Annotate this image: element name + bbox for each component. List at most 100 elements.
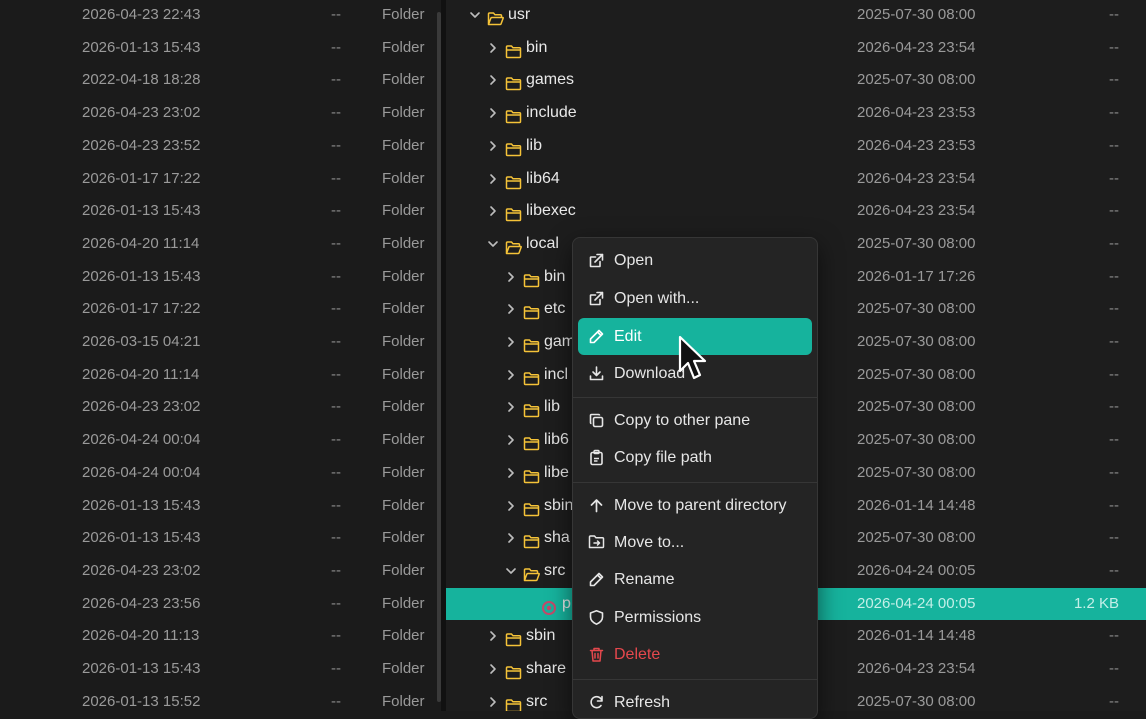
menu-item-refresh[interactable]: Refresh [578, 684, 812, 718]
chevron-right-icon[interactable] [486, 64, 500, 96]
list-item[interactable]: 2026-01-13 15:43 -- Folder [0, 653, 441, 685]
list-item[interactable]: 2026-04-20 11:13 -- Folder [0, 620, 441, 652]
file-size: -- [1109, 136, 1119, 154]
modified-date: 2026-01-17 17:22 [82, 300, 201, 318]
list-item[interactable]: 2026-04-20 11:14 -- Folder [0, 228, 441, 260]
list-item[interactable]: 2022-04-18 18:28 -- Folder [0, 64, 441, 96]
chevron-right-icon[interactable] [504, 326, 518, 358]
menu-item-open[interactable]: Open [578, 242, 812, 279]
menu-item-copy-file-path[interactable]: Copy file path [578, 439, 812, 476]
modified-date: 2026-04-24 00:05 [857, 561, 976, 579]
menu-item-delete[interactable]: Delete [578, 636, 812, 673]
file-size: -- [1109, 104, 1119, 122]
list-item[interactable]: 2026-01-13 15:43 -- Folder [0, 522, 441, 554]
menu-separator [573, 679, 817, 680]
file-name: sbin [526, 627, 556, 645]
folder-icon [505, 40, 522, 58]
list-item[interactable]: 2026-03-15 04:21 -- Folder [0, 326, 441, 358]
list-item[interactable]: 2026-04-20 11:14 -- Folder [0, 359, 441, 391]
refresh-icon [588, 694, 605, 711]
file-size: -- [331, 300, 341, 318]
chevron-down-icon[interactable] [486, 228, 500, 260]
menu-item-label: Copy file path [614, 448, 712, 466]
modified-date: 2022-04-18 18:28 [82, 71, 201, 89]
file-type: Folder [382, 660, 425, 677]
chevron-right-icon[interactable] [504, 522, 518, 554]
file-size: -- [1109, 431, 1119, 449]
menu-item-permissions[interactable]: Permissions [578, 599, 812, 636]
modified-date: 2026-04-23 23:54 [857, 38, 976, 56]
chevron-right-icon[interactable] [504, 391, 518, 423]
chevron-right-icon[interactable] [486, 195, 500, 227]
folder-row[interactable]: bin 2026-04-23 23:54 -- [446, 32, 1146, 64]
modified-date: 2026-04-20 11:14 [82, 234, 200, 252]
folder-row[interactable]: lib64 2026-04-23 23:54 -- [446, 163, 1146, 195]
folder-row[interactable]: include 2026-04-23 23:53 -- [446, 97, 1146, 129]
menu-item-open-with[interactable]: Open with... [578, 280, 812, 317]
chevron-right-icon[interactable] [486, 32, 500, 64]
list-item[interactable]: 2026-04-24 00:04 -- Folder [0, 424, 441, 456]
chevron-down-icon[interactable] [468, 0, 482, 31]
list-item[interactable]: 2026-01-17 17:22 -- Folder [0, 163, 441, 195]
folder-row[interactable]: libexec 2026-04-23 23:54 -- [446, 195, 1146, 227]
chevron-right-icon[interactable] [486, 97, 500, 129]
file-type: Folder [382, 234, 425, 252]
modified-date: 2026-01-17 17:26 [857, 267, 976, 285]
list-item[interactable]: 2026-01-13 15:43 -- Folder [0, 32, 441, 64]
chevron-right-icon[interactable] [504, 490, 518, 522]
modified-date: 2026-04-23 23:52 [82, 136, 201, 154]
folder-row[interactable]: usr 2025-07-30 08:00 -- [446, 0, 1146, 31]
list-item[interactable]: 2026-04-23 23:02 -- Folder [0, 97, 441, 129]
list-item[interactable]: 2026-04-24 00:04 -- Folder [0, 457, 441, 489]
menu-item-rename[interactable]: Rename [578, 561, 812, 598]
modified-date: 2025-07-30 08:00 [857, 333, 976, 350]
list-item[interactable]: 2026-04-23 23:02 -- Folder [0, 555, 441, 587]
modified-date: 2026-01-13 15:43 [82, 202, 201, 220]
folder-row[interactable]: games 2025-07-30 08:00 -- [446, 64, 1146, 96]
file-size: -- [1109, 398, 1119, 416]
list-item[interactable]: 2026-01-13 15:43 -- Folder [0, 195, 441, 227]
modified-date: 2026-01-13 15:52 [82, 692, 201, 710]
modified-date: 2026-04-23 23:56 [82, 594, 201, 612]
modified-date: 2026-01-13 15:43 [82, 496, 201, 514]
menu-item-move-to[interactable]: Move to... [578, 524, 812, 561]
chevron-right-icon[interactable] [486, 163, 500, 195]
file-type: Folder [382, 169, 425, 187]
modified-date: 2026-03-15 04:21 [82, 333, 201, 350]
chevron-down-icon[interactable] [504, 555, 518, 587]
list-item[interactable]: 2026-01-17 17:22 -- Folder [0, 293, 441, 325]
chevron-right-icon[interactable] [504, 457, 518, 489]
list-item[interactable]: 2026-01-13 15:43 -- Folder [0, 261, 441, 293]
chevron-right-icon[interactable] [504, 293, 518, 325]
menu-item-move-to-parent-directory[interactable]: Move to parent directory [578, 487, 812, 524]
modified-date: 2026-04-20 11:13 [82, 627, 200, 645]
modified-date: 2026-04-23 23:53 [857, 136, 976, 154]
chevron-right-icon[interactable] [504, 261, 518, 293]
chevron-right-icon[interactable] [486, 653, 500, 685]
menu-item-copy-to-other-pane[interactable]: Copy to other pane [578, 402, 812, 439]
list-item[interactable]: 2026-04-23 22:43 -- Folder [0, 0, 441, 31]
file-size: -- [331, 267, 341, 285]
chevron-right-icon[interactable] [486, 130, 500, 162]
menu-separator [573, 397, 817, 398]
chevron-right-icon[interactable] [504, 359, 518, 391]
folder-row[interactable]: lib 2026-04-23 23:53 -- [446, 130, 1146, 162]
list-item[interactable]: 2026-04-23 23:52 -- Folder [0, 130, 441, 162]
modified-date: 2025-07-30 08:00 [857, 6, 976, 23]
list-item[interactable]: 2026-04-23 23:56 -- Folder [0, 588, 441, 620]
file-size: -- [1109, 660, 1119, 677]
file-size: -- [331, 6, 341, 23]
folder-icon [505, 72, 522, 91]
file-size: 1.2 KB [1073, 594, 1119, 612]
file-size: -- [331, 627, 341, 645]
pencil-icon [588, 328, 605, 345]
chevron-right-icon[interactable] [486, 620, 500, 652]
list-item[interactable]: 2026-04-23 23:02 -- Folder [0, 391, 441, 423]
list-item[interactable]: 2026-01-13 15:52 -- Folder [0, 686, 441, 711]
modified-date: 2025-07-30 08:00 [857, 463, 976, 481]
chevron-right-icon[interactable] [504, 424, 518, 456]
modified-date: 2026-04-23 23:02 [82, 398, 201, 416]
modified-date: 2025-07-30 08:00 [857, 71, 976, 89]
list-item[interactable]: 2026-01-13 15:43 -- Folder [0, 490, 441, 522]
chevron-right-icon[interactable] [486, 686, 500, 711]
